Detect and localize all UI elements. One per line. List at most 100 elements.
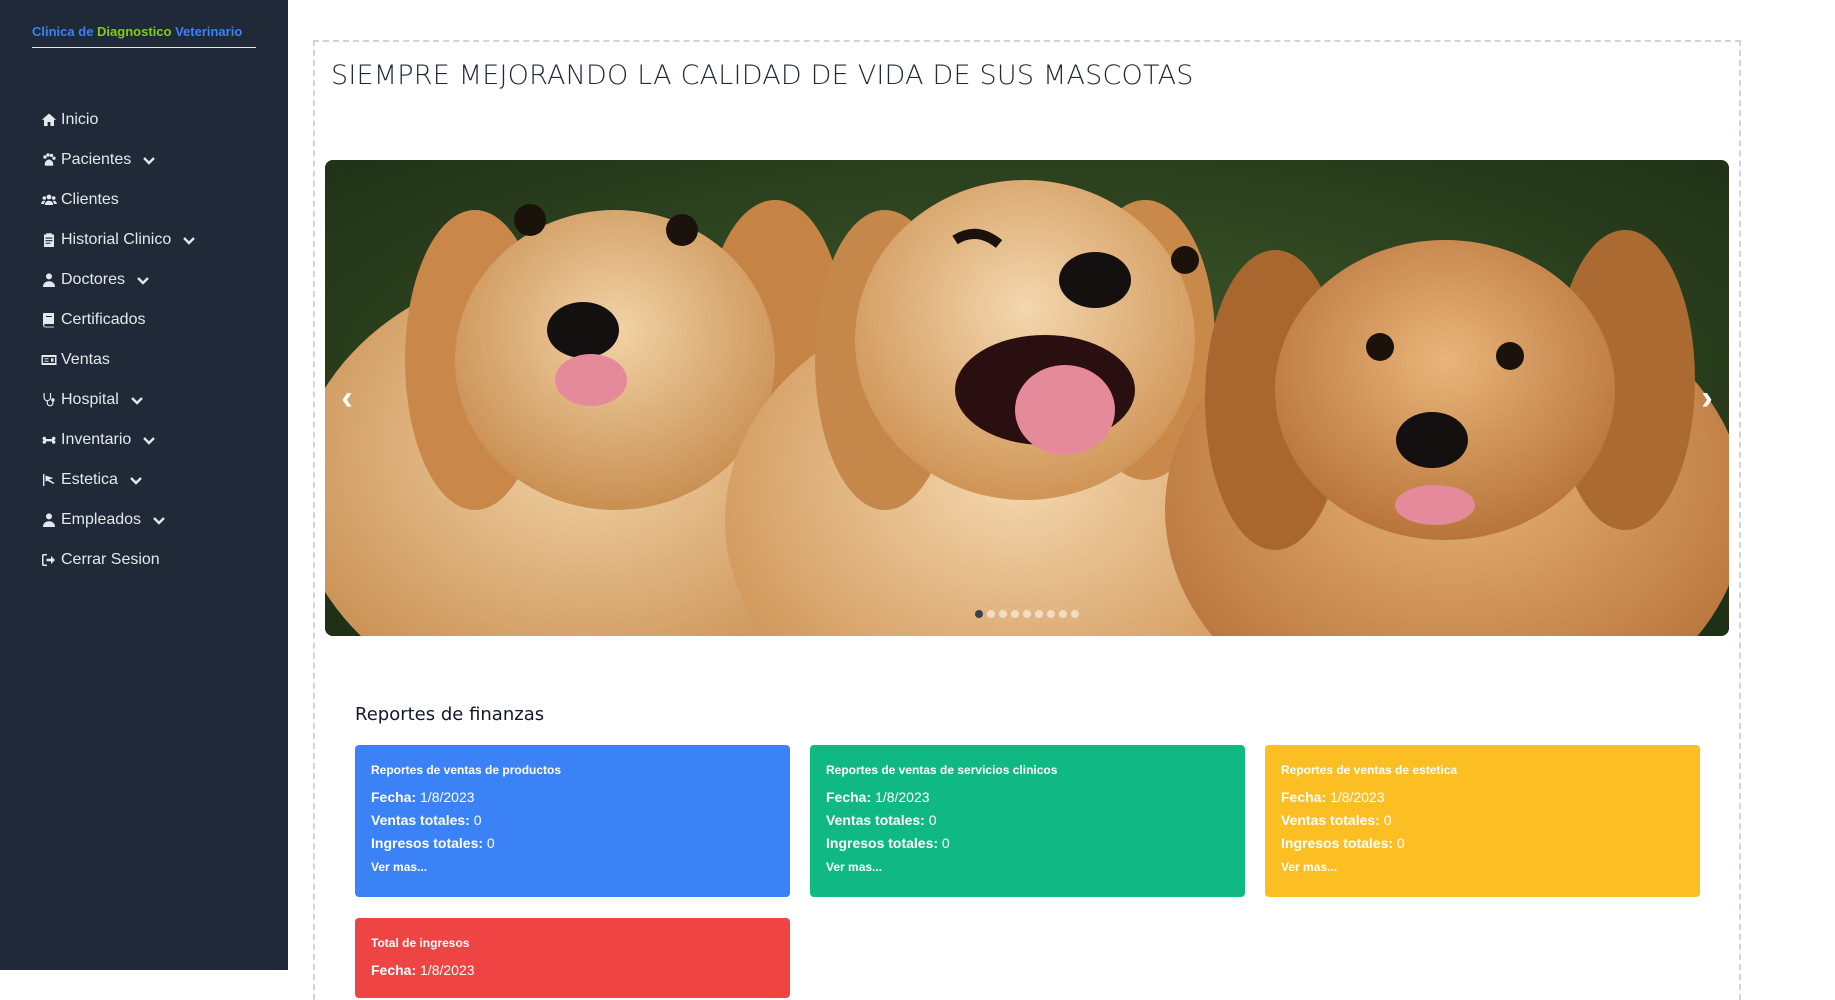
card-ventas-label: Ventas totales: (1281, 812, 1380, 828)
puppies-photo (325, 160, 1729, 636)
page-title: SIEMPRE MEJORANDO LA CALIDAD DE VIDA DE … (331, 60, 1194, 91)
sidebar-item-inventario[interactable]: Inventario (40, 420, 197, 460)
sidebar-item-doctores[interactable]: Doctores (40, 260, 197, 300)
card-fecha: Fecha: 1/8/2023 (1281, 789, 1684, 805)
sidebar-item-historial-clinico[interactable]: Historial Clinico (40, 220, 197, 260)
card-ventas-label: Ventas totales: (371, 812, 470, 828)
scissors-icon (40, 472, 57, 489)
sidebar-nav: Inicio Pacientes Clientes Historial Clin… (40, 100, 197, 580)
brand-logo[interactable]: Clinica de Diagnostico Veterinario (32, 24, 256, 48)
card-ingresos-label: Ingresos totales: (826, 835, 939, 851)
card-ventas: Ventas totales: 0 (371, 812, 774, 828)
clipboard-icon (40, 232, 57, 249)
carousel-dot[interactable] (987, 610, 995, 618)
card-ventas-value: 0 (473, 812, 482, 828)
carousel-dot[interactable] (1023, 610, 1031, 618)
sidebar-item-label: Inicio (61, 111, 99, 128)
card-title: Total de ingresos (371, 936, 470, 950)
sidebar: Clinica de Diagnostico Veterinario Inici… (0, 0, 288, 970)
card-ventas-value: 0 (928, 812, 937, 828)
brand-word: Clinica (32, 24, 75, 39)
sidebar-item-empleados[interactable]: Empleados (40, 500, 197, 540)
card-ingresos-value: 0 (486, 835, 495, 851)
sidebar-item-label: Certificados (61, 311, 146, 328)
carousel-prev-button[interactable]: ‹ (327, 378, 367, 418)
card-fecha-value: 1/8/2023 (875, 789, 930, 805)
sidebar-item-label: Ventas (61, 351, 110, 368)
carousel-indicators (975, 610, 1079, 618)
sidebar-item-label: Doctores (61, 271, 126, 288)
chevron-down-icon (141, 152, 157, 168)
card-fecha-label: Fecha: (371, 789, 417, 805)
sidebar-item-label: Pacientes (61, 151, 132, 168)
carousel-dot[interactable] (1011, 610, 1019, 618)
user-tie-icon (40, 512, 57, 529)
sidebar-item-label: Inventario (61, 431, 132, 448)
ver-mas-link[interactable]: Ver mas... (371, 860, 774, 874)
book-icon (40, 312, 57, 329)
paw-icon (40, 152, 57, 169)
card-ventas: Ventas totales: 0 (826, 812, 1229, 828)
image-carousel[interactable]: ‹ › (325, 160, 1729, 636)
carousel-dot[interactable] (1035, 610, 1043, 618)
sidebar-item-inicio[interactable]: Inicio (40, 100, 197, 140)
report-card-total-ingresos: Total de ingresos Fecha: 1/8/2023 (355, 918, 790, 998)
card-ventas-value: 0 (1383, 812, 1392, 828)
card-fecha-label: Fecha: (1281, 789, 1327, 805)
carousel-dot[interactable] (975, 610, 983, 618)
card-fecha-value: 1/8/2023 (420, 789, 475, 805)
bone-icon (40, 432, 57, 449)
sidebar-item-label: Estetica (61, 471, 118, 488)
users-icon (40, 192, 57, 209)
sidebar-item-ventas[interactable]: Ventas (40, 340, 197, 380)
sidebar-item-label: Hospital (61, 391, 119, 408)
sidebar-item-estetica[interactable]: Estetica (40, 460, 197, 500)
sidebar-item-pacientes[interactable]: Pacientes (40, 140, 197, 180)
report-card-servicios-clinicos: Reportes de ventas de servicios clinicos… (810, 745, 1245, 897)
sidebar-item-label: Clientes (61, 191, 119, 208)
sidebar-item-hospital[interactable]: Hospital (40, 380, 197, 420)
ver-mas-link[interactable]: Ver mas... (1281, 860, 1684, 874)
card-fecha-label: Fecha: (826, 789, 872, 805)
card-title: Reportes de ventas de estetica (1281, 763, 1458, 777)
chevron-down-icon (135, 272, 151, 288)
carousel-dot[interactable] (1047, 610, 1055, 618)
chevron-down-icon (128, 472, 144, 488)
carousel-next-button[interactable]: › (1687, 378, 1727, 418)
ver-mas-link[interactable]: Ver mas... (826, 860, 1229, 874)
sign-out-icon (40, 552, 57, 569)
chevron-down-icon (129, 392, 145, 408)
card-ingresos-value: 0 (941, 835, 950, 851)
carousel-dot[interactable] (1071, 610, 1079, 618)
money-bill-icon (40, 352, 57, 369)
stethoscope-icon (40, 392, 57, 409)
finance-section-title: Reportes de finanzas (355, 704, 545, 725)
card-fecha: Fecha: 1/8/2023 (371, 962, 774, 978)
card-ventas-label: Ventas totales: (826, 812, 925, 828)
card-ingresos-value: 0 (1396, 835, 1405, 851)
sidebar-item-label: Cerrar Sesion (61, 551, 160, 568)
sidebar-item-label: Empleados (61, 511, 142, 528)
card-title: Reportes de ventas de servicios clinicos (826, 763, 1058, 777)
sidebar-item-clientes[interactable]: Clientes (40, 180, 197, 220)
card-title: Reportes de ventas de productos (371, 763, 562, 777)
card-fecha-value: 1/8/2023 (420, 962, 475, 978)
card-ingresos: Ingresos totales: 0 (371, 835, 774, 851)
chevron-down-icon (181, 232, 197, 248)
carousel-dot[interactable] (999, 610, 1007, 618)
user-doctor-icon (40, 272, 57, 289)
brand-word: Diagnostico (97, 24, 172, 39)
sidebar-item-cerrar-sesion[interactable]: Cerrar Sesion (40, 540, 197, 580)
brand-word: Veterinario (175, 24, 243, 39)
card-fecha-label: Fecha: (371, 962, 417, 978)
card-fecha-value: 1/8/2023 (1330, 789, 1385, 805)
card-ventas: Ventas totales: 0 (1281, 812, 1684, 828)
card-ingresos-label: Ingresos totales: (1281, 835, 1394, 851)
card-ingresos: Ingresos totales: 0 (826, 835, 1229, 851)
report-card-productos: Reportes de ventas de productos Fecha: 1… (355, 745, 790, 897)
card-ingresos: Ingresos totales: 0 (1281, 835, 1684, 851)
chevron-down-icon (151, 512, 167, 528)
sidebar-item-certificados[interactable]: Certificados (40, 300, 197, 340)
report-card-estetica: Reportes de ventas de estetica Fecha: 1/… (1265, 745, 1700, 897)
carousel-dot[interactable] (1059, 610, 1067, 618)
